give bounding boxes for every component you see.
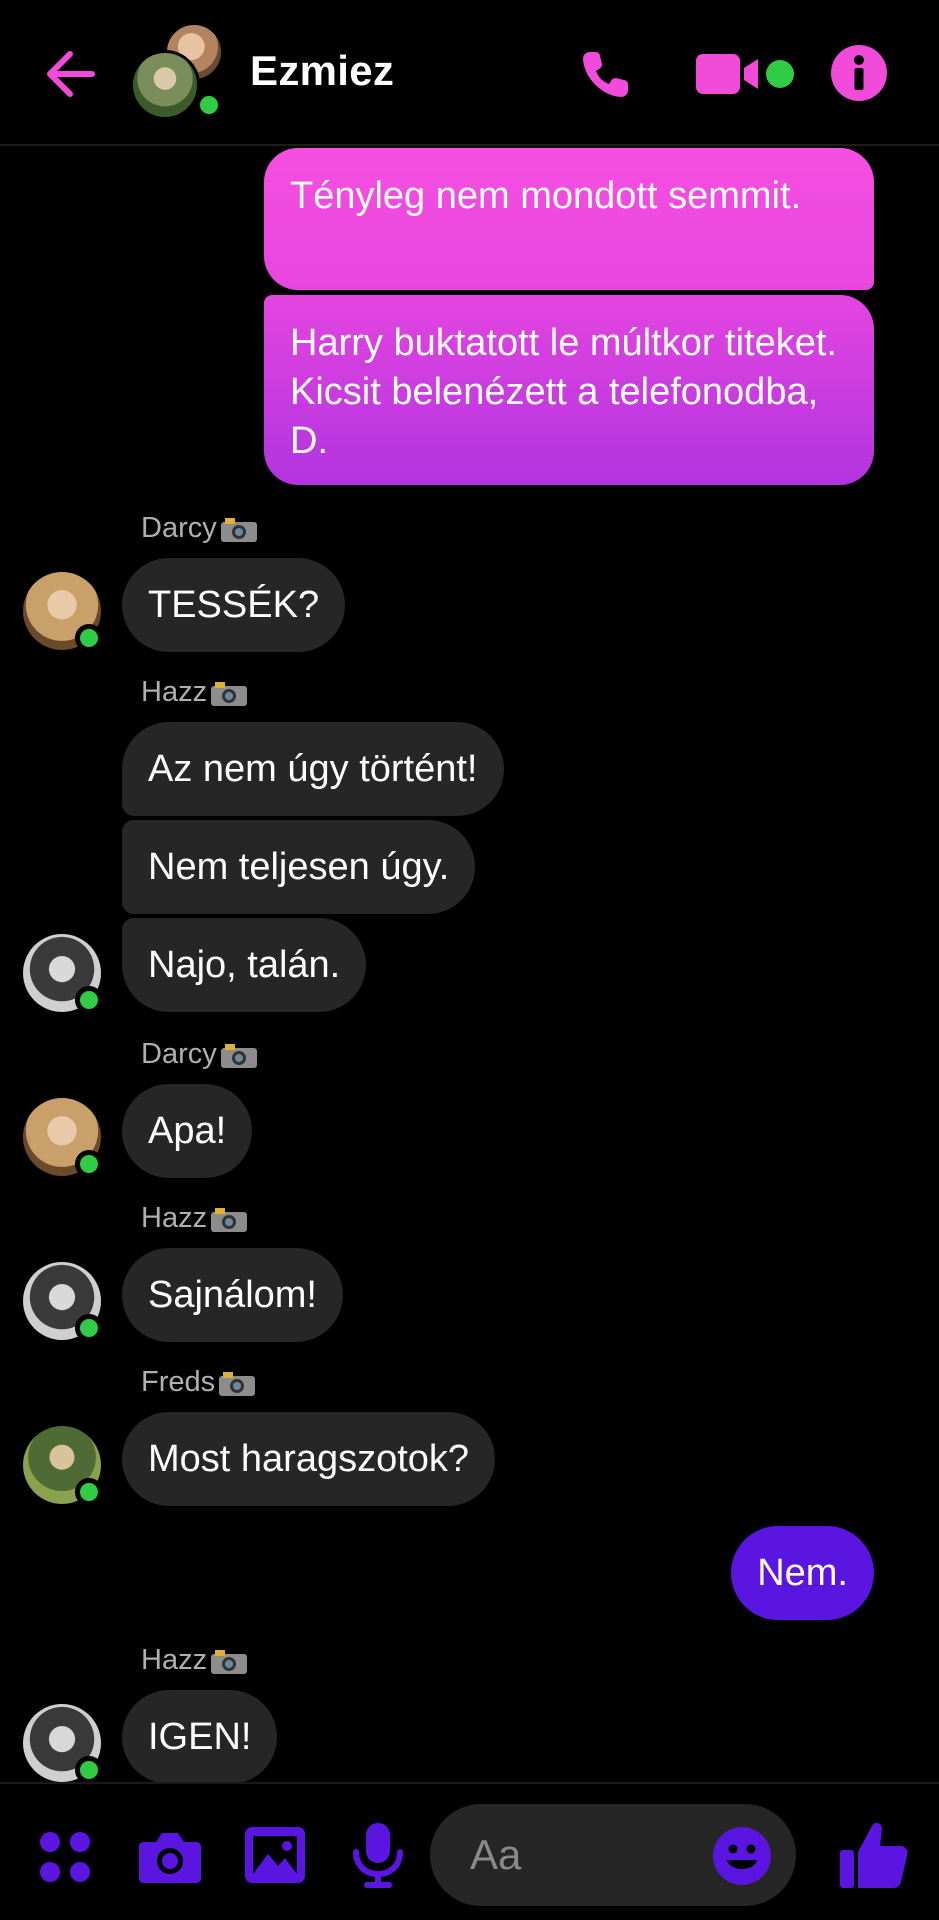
active-call-indicator [766,60,794,88]
online-indicator [75,986,103,1014]
avatar-hazz[interactable] [23,934,103,1014]
incoming-message[interactable]: Apa! [122,1084,253,1178]
outgoing-message[interactable]: Harry buktatott le múltkor titeket. Kics… [264,295,874,485]
sender-name: Hazz [141,1644,249,1677]
message-text: Tényleg nem mondott semmit. [290,175,802,217]
incoming-message[interactable]: TESSÉK? [122,558,346,652]
image-icon[interactable] [244,1826,306,1884]
message-text: IGEN! [148,1715,252,1758]
message-input[interactable] [470,1804,710,1906]
online-indicator [75,1150,103,1178]
camera-icon[interactable] [138,1828,202,1884]
avatar-hazz[interactable] [23,1704,103,1784]
avatar-darcy[interactable] [23,572,103,652]
incoming-message[interactable]: IGEN! [122,1690,278,1784]
sender-name: Darcy [141,1038,259,1071]
group-avatar[interactable] [130,22,230,122]
message-input-field[interactable] [430,1804,796,1906]
avatar-freds[interactable] [23,1426,103,1506]
online-indicator [196,92,222,118]
sender-name: Freds [141,1366,257,1399]
emoji-icon[interactable] [712,1826,772,1886]
incoming-message[interactable]: Most haragszotok? [122,1412,496,1506]
incoming-message[interactable]: Najo, talán. [122,918,367,1012]
camera-emoji-icon [211,1207,248,1232]
camera-emoji-icon [211,681,248,706]
message-text: Apa! [148,1109,227,1152]
outgoing-message[interactable]: Nem. [731,1526,874,1620]
camera-emoji-icon [219,1371,256,1396]
online-indicator [75,1314,103,1342]
incoming-message[interactable]: Nem teljesen úgy. [122,820,476,914]
message-text: Sajnálom! [148,1273,317,1316]
sender-name: Darcy [141,512,259,545]
camera-emoji-icon [211,1649,248,1674]
message-text: Most haragszotok? [148,1437,470,1480]
message-composer [0,1782,939,1920]
message-text: Harry buktatott le múltkor titeket. Kics… [290,322,837,462]
online-indicator [75,624,103,652]
online-indicator [75,1478,103,1506]
sender-name: Hazz [141,676,249,709]
chat-title[interactable]: Ezmiez [250,47,394,95]
message-text: Nem. [757,1551,848,1594]
camera-emoji-icon [220,517,257,542]
four-dots-icon[interactable] [38,1830,92,1884]
microphone-icon[interactable] [350,1822,406,1888]
incoming-message[interactable]: Sajnálom! [122,1248,343,1342]
avatar-darcy[interactable] [23,1098,103,1178]
video-camera-icon[interactable] [696,50,762,98]
back-arrow-icon[interactable] [38,44,98,104]
avatar-hazz[interactable] [23,1262,103,1342]
camera-emoji-icon [220,1043,257,1068]
message-text: Nem teljesen úgy. [148,845,450,888]
online-indicator [75,1756,103,1784]
incoming-message[interactable]: Az nem úgy történt! [122,722,504,816]
info-icon[interactable] [830,44,888,102]
thumbs-up-icon[interactable] [838,1818,910,1890]
outgoing-message[interactable]: Tényleg nem mondott semmit. [264,148,874,290]
message-text: TESSÉK? [148,583,320,626]
message-text: Najo, talán. [148,943,341,986]
sender-name: Hazz [141,1202,249,1235]
phone-icon[interactable] [578,46,634,102]
member-avatar-front [130,50,200,120]
message-text: Az nem úgy történt! [148,747,478,790]
chat-header: Ezmiez [0,0,939,146]
